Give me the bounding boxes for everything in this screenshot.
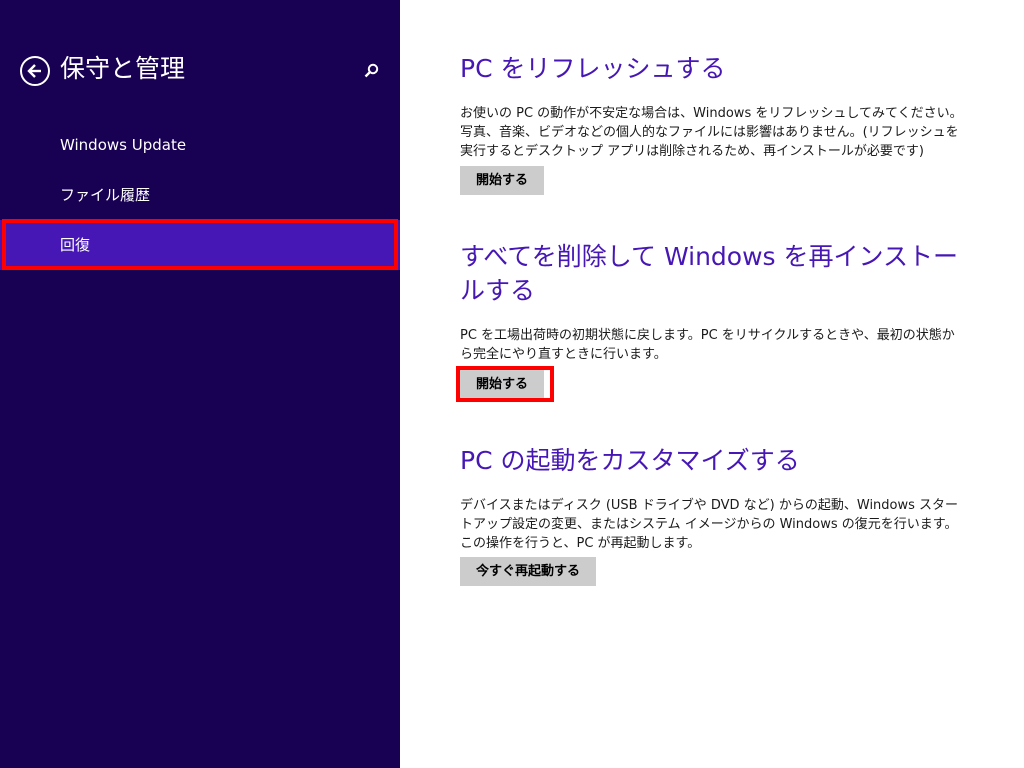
refresh-pc-title: PC をリフレッシュする: [460, 54, 726, 83]
nav-item-label: ファイル履歴: [60, 186, 151, 204]
pc-settings-window: 保守と管理 Windows Update ファイル履歴 回復 PC をリフレッシ…: [0, 0, 1024, 768]
search-icon: [364, 63, 379, 78]
nav-item-label: 回復: [60, 236, 91, 254]
advanced-startup-title: PC の起動をカスタマイズする: [460, 446, 800, 475]
restart-now-button[interactable]: 今すぐ再起動する: [460, 557, 597, 586]
refresh-pc-description: お使いの PC の動作が不安定な場合は、Windows をリフレッシュしてみてく…: [460, 106, 963, 159]
nav-item-label: Windows Update: [60, 136, 187, 154]
nav-pane: 保守と管理 Windows Update ファイル履歴 回復: [0, 0, 400, 768]
back-arrow-circle-icon: [27, 64, 41, 78]
advanced-startup-description: デバイスまたはディスク (USB ドライブや DVD など) からの起動、Win…: [460, 498, 959, 551]
nav-item-recovery[interactable]: 回復: [0, 220, 400, 270]
reset-pc-start-button[interactable]: 開始する: [460, 370, 545, 399]
refresh-pc-start-button[interactable]: 開始する: [460, 166, 545, 195]
nav-item-file-history[interactable]: ファイル履歴: [0, 170, 400, 220]
reset-pc-description: PC を工場出荷時の初期状態に戻します。PC をリサイクルするときや、最初の状態…: [460, 328, 955, 362]
nav-item-windows-update[interactable]: Windows Update: [0, 120, 400, 170]
search-button[interactable]: [360, 60, 382, 82]
back-button[interactable]: [20, 56, 50, 86]
reset-pc-title: すべてを削除して Windows を再インストールする: [460, 242, 958, 305]
pane-title: 保守と管理: [60, 54, 186, 83]
